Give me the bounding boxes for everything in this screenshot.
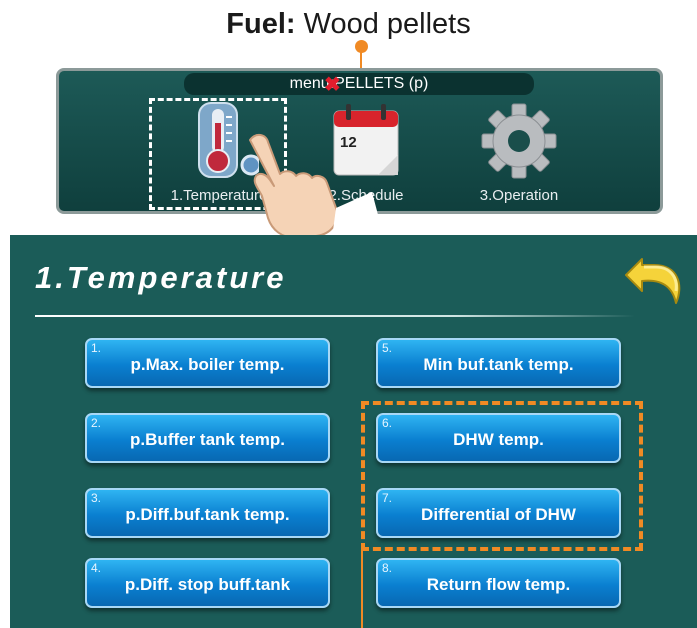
button-label: Return flow temp. [426, 575, 571, 594]
button-number: 1. [91, 341, 102, 355]
menu-title-bar: ✖ menu:PELLETS (p) [184, 73, 534, 97]
diff-buf-tank-temp-button[interactable]: 3. p.Diff.buf.tank temp. [85, 488, 330, 538]
button-number: 3. [91, 491, 102, 505]
menu-item-label: 3.Operation [479, 187, 559, 204]
menu-title: menu:PELLETS (p) [289, 75, 429, 92]
gear-icon [481, 103, 557, 179]
button-number: 2. [91, 416, 102, 430]
callout-line [361, 551, 363, 628]
min-buf-tank-temp-button[interactable]: 5. Min buf.tank temp. [376, 338, 621, 388]
temperature-screen: 1.Temperature 1. p.Max. boiler temp. 2. … [10, 235, 697, 628]
return-flow-temp-button[interactable]: 8. Return flow temp. [376, 558, 621, 608]
button-label: p.Diff. stop buff.tank [124, 575, 291, 594]
fuel-label: Fuel: [226, 8, 296, 40]
title-divider [35, 315, 635, 317]
button-number: 8. [382, 561, 393, 575]
close-icon[interactable]: ✖ [324, 73, 341, 97]
button-label: Min buf.tank temp. [423, 355, 574, 374]
button-label: p.Diff.buf.tank temp. [125, 505, 290, 524]
button-label: p.Max. boiler temp. [130, 355, 285, 374]
menu-item-operation[interactable]: 3.Operation [444, 101, 594, 211]
page-title: 1.Temperature [35, 260, 287, 295]
dhw-highlight-box [361, 401, 643, 551]
fuel-value: Wood pellets [303, 8, 471, 40]
button-label: p.Buffer tank temp. [130, 430, 285, 449]
max-boiler-temp-button[interactable]: 1. p.Max. boiler temp. [85, 338, 330, 388]
back-arrow-icon[interactable] [622, 245, 692, 315]
button-number: 5. [382, 341, 393, 355]
fuel-caption: Fuel: Wood pellets [0, 8, 697, 41]
diff-stop-buff-tank-button[interactable]: 4. p.Diff. stop buff.tank [85, 558, 330, 608]
button-number: 4. [91, 561, 102, 575]
hand-pointer-icon [249, 134, 382, 239]
buffer-tank-temp-button[interactable]: 2. p.Buffer tank temp. [85, 413, 330, 463]
